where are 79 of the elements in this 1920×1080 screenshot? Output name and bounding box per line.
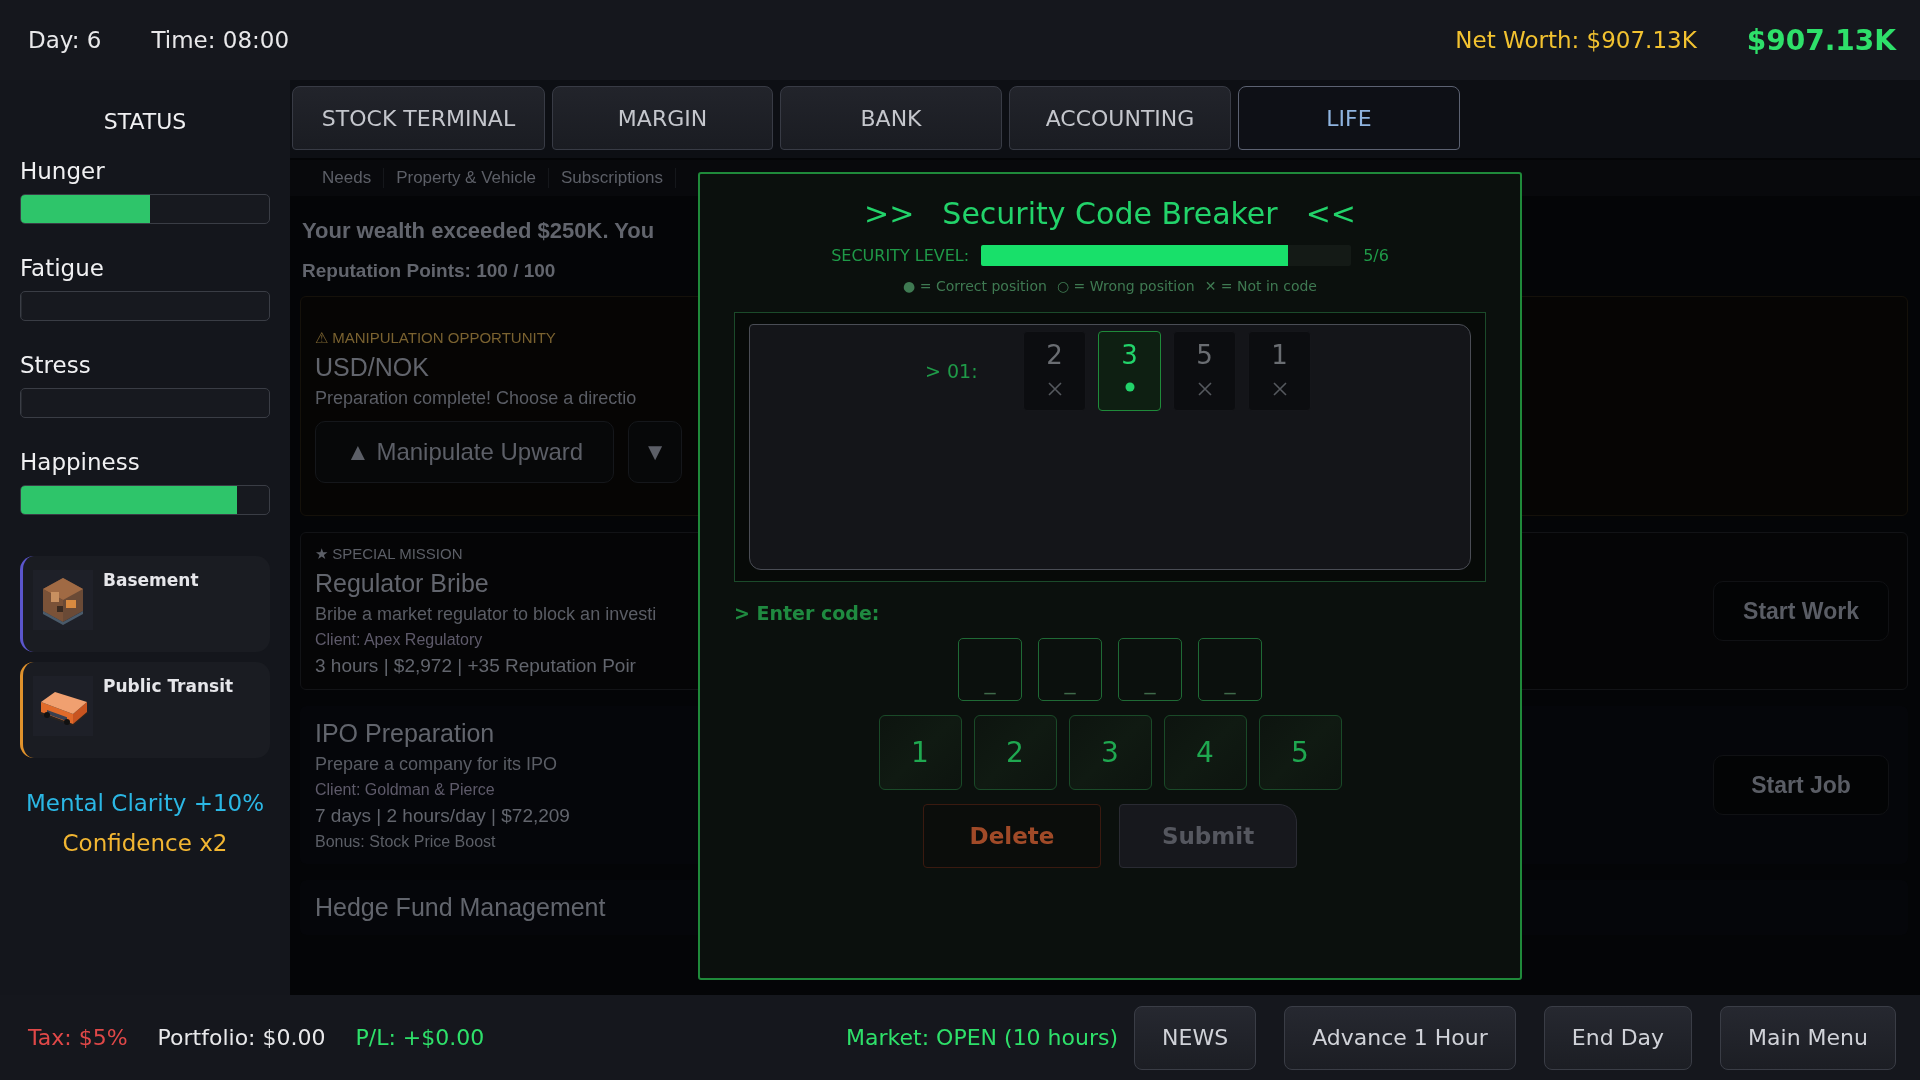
- day-label: Day: 6: [28, 27, 102, 53]
- time-label: Time: 08:00: [151, 27, 290, 53]
- start-button[interactable]: Start Job: [1713, 755, 1889, 815]
- card-title: USD/NOK: [315, 353, 430, 382]
- market-status: Market: OPEN (10 hours): [846, 1025, 1119, 1050]
- card-title: Hedge Fund Management: [315, 893, 607, 922]
- legend-label: ○ = Wrong position: [1056, 278, 1195, 294]
- security-level-value: 5/6: [1363, 246, 1389, 265]
- manipulate-button[interactable]: ▼: [628, 421, 682, 483]
- meter-label: Fatigue: [20, 255, 105, 281]
- dot-icon: [1124, 382, 1135, 392]
- meter-label: Happiness: [20, 449, 141, 475]
- job-details: 3 hours | $2,972 | +35 Reputation Poir: [315, 655, 637, 677]
- card-tag: ⚠ MANIPULATION OPPORTUNITY: [315, 329, 755, 347]
- delete-button[interactable]: Delete: [923, 804, 1101, 868]
- digit-key[interactable]: 3: [1068, 715, 1152, 790]
- card-description: Bribe a market regulator to block an investi: [315, 604, 658, 625]
- job-details: 7 days | 2 hours/day | $72,209: [315, 805, 571, 827]
- subtab[interactable]: Needs: [310, 168, 385, 188]
- bar-button[interactable]: Main Menu: [1720, 1005, 1896, 1070]
- card-title: IPO Preparation: [315, 719, 496, 748]
- buff-label: Confidence x2: [61, 830, 229, 856]
- tax-label: Tax: $5%: [28, 1025, 128, 1050]
- cross-icon: [1272, 382, 1287, 396]
- chevron-label: >>: [864, 196, 915, 231]
- digit-label: 3: [1121, 340, 1138, 370]
- card-description: Prepare a company for its IPO: [315, 754, 559, 775]
- bonus-label: Bonus: Stock Price Boost: [315, 833, 497, 851]
- card-tag: ★ SPECIAL MISSION: [315, 545, 695, 563]
- digit-label: 1: [1271, 340, 1288, 370]
- tab[interactable]: LIFE: [1238, 86, 1460, 150]
- code-slot: _: [958, 638, 1022, 701]
- subtab[interactable]: Subscriptions: [549, 168, 677, 188]
- security-level-label: SECURITY LEVEL:: [831, 246, 970, 265]
- digit-label: 2: [1046, 340, 1063, 370]
- reputation-label: Reputation Points: 100 / 100: [302, 260, 556, 282]
- meter-label: Stress: [20, 352, 92, 378]
- client-label: Client: Goldman & Pierce: [315, 781, 496, 799]
- cross-icon: [1047, 382, 1062, 396]
- card-description: Preparation complete! Choose a directio: [315, 388, 638, 409]
- tab[interactable]: MARGIN: [552, 86, 773, 150]
- code-slot: _: [1118, 638, 1182, 701]
- cross-icon: [1197, 382, 1212, 396]
- code-slot: _: [1038, 638, 1102, 701]
- tab[interactable]: ACCOUNTING: [1009, 86, 1231, 150]
- legend-label: ✕ = Not in code: [1204, 278, 1317, 294]
- asset-card[interactable]: Basement: [20, 556, 270, 652]
- digit-key[interactable]: 2: [973, 715, 1057, 790]
- dialog-title: Security Code Breaker: [942, 196, 1278, 231]
- meter-label: Hunger: [20, 158, 106, 184]
- tab[interactable]: BANK: [780, 86, 1002, 150]
- asset-name: Basement: [103, 570, 199, 592]
- manipulate-button[interactable]: ▲ Manipulate Upward: [315, 421, 615, 483]
- client-label: Client: Apex Regulatory: [315, 631, 484, 649]
- digit-key[interactable]: 1: [878, 715, 962, 790]
- buff-label: Mental Clarity +10%: [24, 790, 266, 816]
- start-button[interactable]: Start Work: [1713, 581, 1889, 641]
- wealth-notice: Your wealth exceeded $250K. You: [302, 218, 655, 244]
- portfolio-label: Portfolio: $0.00: [157, 1025, 326, 1050]
- status-title: STATUS: [102, 108, 188, 136]
- digit-label: 5: [1196, 340, 1213, 370]
- subtab[interactable]: Property & Vehicle: [384, 168, 549, 188]
- card-title: Regulator Bribe: [315, 569, 490, 598]
- chevron-label: <<: [1305, 196, 1356, 231]
- tab[interactable]: STOCK TERMINAL: [292, 86, 545, 150]
- bar-button[interactable]: NEWS: [1134, 1005, 1257, 1070]
- legend-label: ● = Correct position: [903, 278, 1047, 294]
- digit-key[interactable]: 4: [1163, 715, 1247, 790]
- pl-label: P/L: +$0.00: [355, 1025, 485, 1050]
- code-slot: _: [1198, 638, 1262, 701]
- bar-button[interactable]: End Day: [1543, 1005, 1693, 1070]
- bar-button[interactable]: Advance 1 Hour: [1284, 1005, 1516, 1070]
- enter-code-label: > Enter code:: [734, 602, 880, 624]
- asset-name: Public Transit: [103, 676, 234, 698]
- asset-card[interactable]: Public Transit: [20, 662, 270, 758]
- net-worth-label: Net Worth: $907.13K: [1455, 27, 1697, 53]
- digit-key[interactable]: 5: [1258, 715, 1342, 790]
- cash-label: $907.13K: [1746, 23, 1896, 57]
- guess-label: > 01:: [925, 360, 979, 382]
